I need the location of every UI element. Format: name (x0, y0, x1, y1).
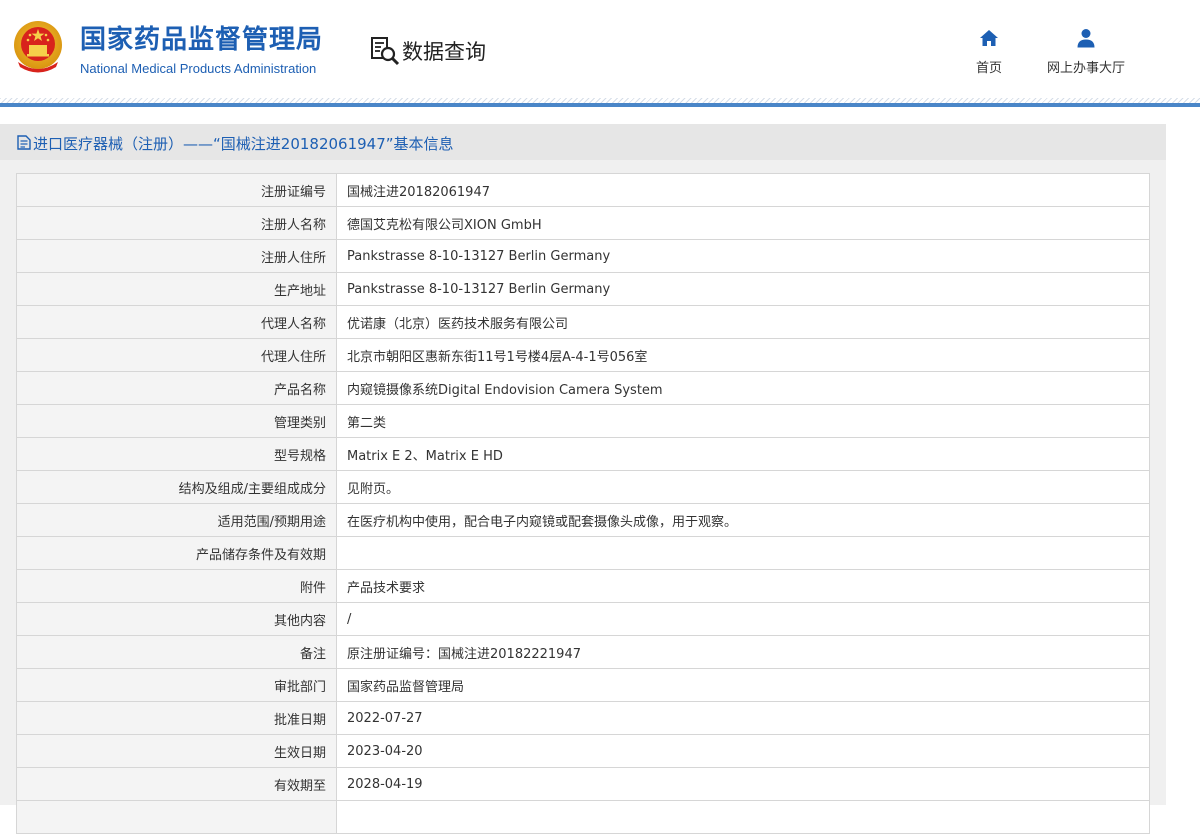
field-label: 附件 (16, 569, 337, 603)
field-label: 审批部门 (16, 668, 337, 702)
field-label: 管理类别 (16, 404, 337, 438)
header-divider (0, 103, 1200, 107)
field-value: / (336, 602, 1150, 636)
field-label: 代理人名称 (16, 305, 337, 339)
table-row: 产品名称 内窥镜摄像系统Digital Endovision Camera Sys… (16, 371, 1150, 405)
data-query-label: 数据查询 (402, 40, 486, 64)
field-value: 在医疗机构中使用，配合电子内窥镜或配套摄像头成像，用于观察。 (336, 503, 1150, 537)
field-label: 批准日期 (16, 701, 337, 735)
field-value: Pankstrasse 8-10-13127 Berlin Germany (336, 272, 1150, 306)
table-row: 生产地址 Pankstrasse 8-10-13127 Berlin German… (16, 272, 1150, 306)
user-icon (1077, 29, 1095, 48)
nav-home[interactable]: 首页 (944, 28, 1034, 76)
table-row: 有效期至 2028-04-19 (16, 767, 1150, 801)
table-row: 备注 原注册证编号：国械注进20182221947 (16, 635, 1150, 669)
field-value: 国械注进20182061947 (336, 173, 1150, 207)
table-row: 代理人住所 北京市朝阳区惠新东街11号1号楼4层A-4-1号056室 (16, 338, 1150, 372)
field-value: Pankstrasse 8-10-13127 Berlin Germany (336, 239, 1150, 273)
info-table: 注册证编号 国械注进20182061947 注册人名称 德国艾克松有限公司XION G… (16, 173, 1150, 834)
table-row: 审批部门 国家药品监督管理局 (16, 668, 1150, 702)
table-row: 适用范围/预期用途 在医疗机构中使用，配合电子内窥镜或配套摄像头成像，用于观察。 (16, 503, 1150, 537)
table-row: 注册人住所 Pankstrasse 8-10-13127 Berlin Germa… (16, 239, 1150, 273)
table-row: 附件 产品技术要求 (16, 569, 1150, 603)
nav-home-label: 首页 (975, 61, 1002, 76)
field-value: 见附页。 (336, 470, 1150, 504)
detail-panel: 进口医疗器械（注册）——“国械注进20182061947”基本信息 注册证编号国… (0, 124, 1166, 834)
field-label: 结构及组成/主要组成成分 (16, 470, 337, 504)
field-value: 优诺康（北京）医药技术服务有限公司 (336, 305, 1150, 339)
field-value: 产品技术要求 (336, 569, 1150, 603)
field-value: 德国艾克松有限公司XION GmbH (336, 206, 1150, 240)
table-row: 批准日期 2022-07-27 (16, 701, 1150, 735)
nav-online-service-hall[interactable]: 网上办事大厅 (1041, 28, 1131, 76)
field-label: 产品名称 (16, 371, 337, 405)
field-value: 内窥镜摄像系统Digital Endovision Camera System (336, 371, 1150, 405)
field-value: Matrix E 2、Matrix E HD (336, 437, 1150, 471)
field-value: 2023-04-20 (336, 734, 1150, 768)
table-row: 管理类别 第二类 (16, 404, 1150, 438)
table-row: 注册证编号 国械注进20182061947 (16, 173, 1150, 207)
field-value: 北京市朝阳区惠新东街11号1号楼4层A-4-1号056室 (336, 338, 1150, 372)
table-row: 型号规格 Matrix E 2、Matrix E HD (16, 437, 1150, 471)
field-label: 代理人住所 (16, 338, 337, 372)
field-value (336, 536, 1150, 570)
field-label: 注册人住所 (16, 239, 337, 273)
field-label: 有效期至 (16, 767, 337, 801)
site-header: 国家药品监督管理局 National Medical Products Admi… (0, 0, 1200, 103)
field-label (16, 800, 337, 834)
field-value: 原注册证编号：国械注进20182221947 (336, 635, 1150, 669)
field-label: 产品储存条件及有效期 (16, 536, 337, 570)
field-value: 2028-04-19 (336, 767, 1150, 801)
table-row: 结构及组成/主要组成成分 见附页。 (16, 470, 1150, 504)
table-row: 生效日期 2023-04-20 (16, 734, 1150, 768)
field-label: 生效日期 (16, 734, 337, 768)
document-icon (17, 135, 31, 150)
field-value (336, 800, 1150, 834)
field-label: 型号规格 (16, 437, 337, 471)
table-row: 其他内容 / (16, 602, 1150, 636)
table-row (16, 800, 1150, 834)
data-query-link[interactable]: 数据查询 (370, 36, 486, 66)
field-label: 生产地址 (16, 272, 337, 306)
field-label: 注册人名称 (16, 206, 337, 240)
field-value: 第二类 (336, 404, 1150, 438)
field-label: 其他内容 (16, 602, 337, 636)
site-title-english[interactable]: National Medical Products Administration (80, 61, 316, 76)
field-label: 注册证编号 (16, 173, 337, 207)
field-label: 备注 (16, 635, 337, 669)
panel-title: 进口医疗器械（注册）——“国械注进20182061947”基本信息 (33, 135, 454, 153)
nav-hall-label: 网上办事大厅 (1046, 61, 1125, 76)
field-value: 国家药品监督管理局 (336, 668, 1150, 702)
table-row: 代理人名称 优诺康（北京）医药技术服务有限公司 (16, 305, 1150, 339)
national-emblem-icon[interactable] (12, 20, 64, 76)
home-icon (980, 30, 998, 46)
table-row: 产品储存条件及有效期 (16, 536, 1150, 570)
table-row: 注册人名称 德国艾克松有限公司XION GmbH (16, 206, 1150, 240)
panel-header: 进口医疗器械（注册）——“国械注进20182061947”基本信息 (0, 124, 1166, 160)
field-label: 适用范围/预期用途 (16, 503, 337, 537)
document-search-icon (371, 37, 400, 66)
site-title[interactable]: 国家药品监督管理局 (80, 24, 323, 56)
field-value: 2022-07-27 (336, 701, 1150, 735)
